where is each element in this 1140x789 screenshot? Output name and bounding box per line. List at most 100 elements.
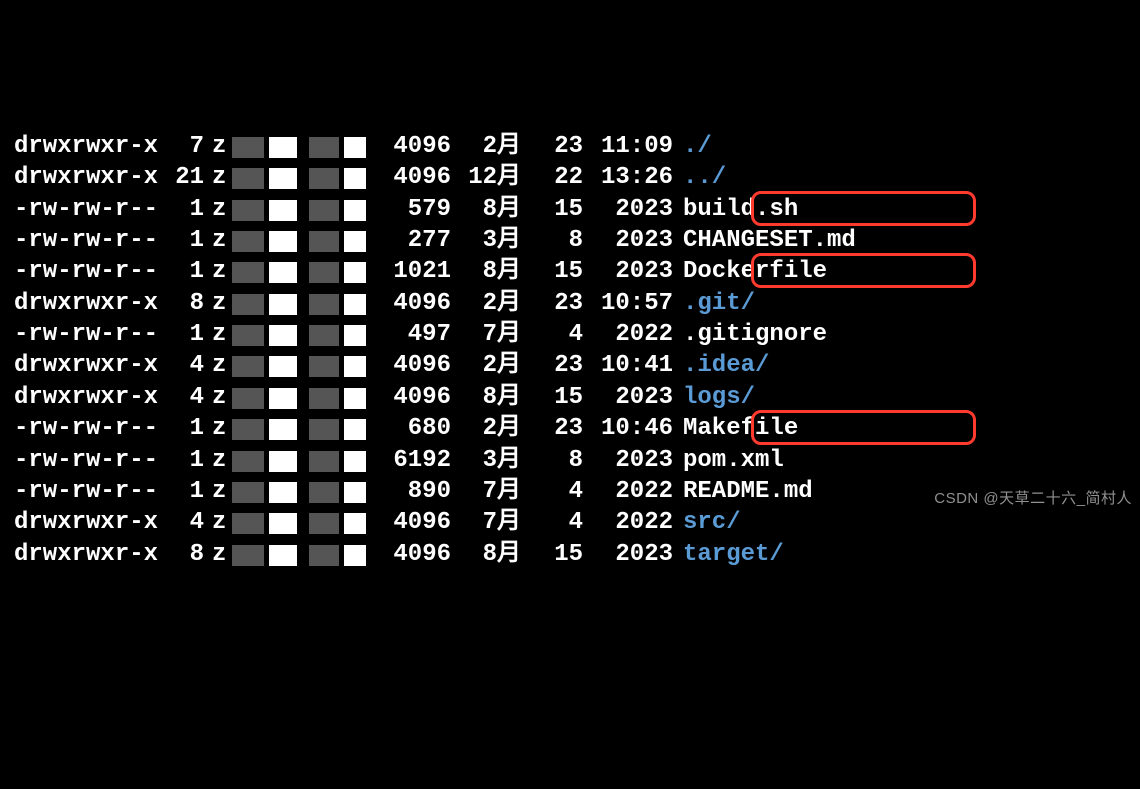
time-or-year: 2023 (583, 382, 673, 413)
time-or-year: 2022 (583, 476, 673, 507)
time-or-year: 2023 (583, 539, 673, 570)
permissions: drwxrwxr-x (14, 162, 164, 193)
file-row: drwxrwxr-x4z40968月152023logs/ (14, 382, 1140, 413)
permissions: -rw-rw-r-- (14, 319, 164, 350)
time-or-year: 2022 (583, 319, 673, 350)
permissions: -rw-rw-r-- (14, 225, 164, 256)
file-size: 4096 (369, 288, 451, 319)
permissions: drwxrwxr-x (14, 131, 164, 162)
day: 15 (521, 256, 583, 287)
file-name: ./ (673, 131, 712, 162)
file-size: 6192 (369, 445, 451, 476)
owner-group: z (204, 256, 369, 287)
month: 12月 (451, 162, 521, 193)
file-row: drwxrwxr-x8z40962月2310:57.git/ (14, 288, 1140, 319)
month: 8月 (451, 256, 521, 287)
link-count: 7 (164, 131, 204, 162)
file-name: Makefile (673, 413, 798, 444)
owner-group: z (204, 162, 369, 193)
file-size: 4096 (369, 539, 451, 570)
month: 3月 (451, 445, 521, 476)
day: 4 (521, 319, 583, 350)
permissions: -rw-rw-r-- (14, 413, 164, 444)
file-size: 4096 (369, 162, 451, 193)
month: 2月 (451, 413, 521, 444)
time-or-year: 2023 (583, 194, 673, 225)
file-size: 890 (369, 476, 451, 507)
link-count: 1 (164, 445, 204, 476)
permissions: -rw-rw-r-- (14, 256, 164, 287)
month: 8月 (451, 539, 521, 570)
day: 4 (521, 476, 583, 507)
month: 8月 (451, 382, 521, 413)
file-row: -rw-rw-r--1z2773月82023CHANGESET.md (14, 225, 1140, 256)
file-row: drwxrwxr-x21z409612月2213:26../ (14, 162, 1140, 193)
link-count: 1 (164, 256, 204, 287)
watermark-text: CSDN @天草二十六_简村人 (934, 489, 1132, 509)
file-row: drwxrwxr-x8z40968月152023target/ (14, 539, 1140, 570)
owner-group: z (204, 288, 369, 319)
file-name: .gitignore (673, 319, 827, 350)
month: 3月 (451, 225, 521, 256)
owner-group: z (204, 319, 369, 350)
owner-group: z (204, 131, 369, 162)
day: 8 (521, 445, 583, 476)
file-row: -rw-rw-r--1z10218月152023Dockerfile (14, 256, 1140, 287)
day: 22 (521, 162, 583, 193)
day: 4 (521, 507, 583, 538)
file-size: 1021 (369, 256, 451, 287)
month: 2月 (451, 131, 521, 162)
link-count: 1 (164, 225, 204, 256)
file-size: 4096 (369, 350, 451, 381)
permissions: drwxrwxr-x (14, 382, 164, 413)
permissions: -rw-rw-r-- (14, 445, 164, 476)
owner-group: z (204, 476, 369, 507)
time-or-year: 10:46 (583, 413, 673, 444)
file-size: 4096 (369, 131, 451, 162)
time-or-year: 2023 (583, 256, 673, 287)
time-or-year: 10:57 (583, 288, 673, 319)
link-count: 8 (164, 539, 204, 570)
owner-group: z (204, 507, 369, 538)
link-count: 4 (164, 350, 204, 381)
file-row: -rw-rw-r--1z6802月2310:46Makefile (14, 413, 1140, 444)
month: 7月 (451, 507, 521, 538)
file-name: src/ (673, 507, 741, 538)
file-row: drwxrwxr-x4z40962月2310:41.idea/ (14, 350, 1140, 381)
file-name: logs/ (673, 382, 755, 413)
day: 15 (521, 539, 583, 570)
link-count: 1 (164, 413, 204, 444)
permissions: -rw-rw-r-- (14, 476, 164, 507)
file-name: .idea/ (673, 350, 769, 381)
file-name: target/ (673, 539, 784, 570)
month: 7月 (451, 476, 521, 507)
file-row: -rw-rw-r--1z5798月152023build.sh (14, 194, 1140, 225)
permissions: -rw-rw-r-- (14, 194, 164, 225)
link-count: 1 (164, 319, 204, 350)
month: 2月 (451, 350, 521, 381)
file-row: drwxrwxr-x7z40962月2311:09./ (14, 131, 1140, 162)
file-name: README.md (673, 476, 813, 507)
file-size: 497 (369, 319, 451, 350)
day: 23 (521, 288, 583, 319)
permissions: drwxrwxr-x (14, 350, 164, 381)
owner-group: z (204, 194, 369, 225)
file-size: 277 (369, 225, 451, 256)
file-row: -rw-rw-r--1z4977月42022.gitignore (14, 319, 1140, 350)
file-size: 4096 (369, 507, 451, 538)
time-or-year: 11:09 (583, 131, 673, 162)
day: 15 (521, 194, 583, 225)
link-count: 1 (164, 476, 204, 507)
month: 7月 (451, 319, 521, 350)
time-or-year: 13:26 (583, 162, 673, 193)
file-row: drwxrwxr-x4z40967月42022src/ (14, 507, 1140, 538)
file-size: 680 (369, 413, 451, 444)
permissions: drwxrwxr-x (14, 507, 164, 538)
day: 23 (521, 131, 583, 162)
owner-group: z (204, 225, 369, 256)
owner-group: z (204, 382, 369, 413)
time-or-year: 2023 (583, 225, 673, 256)
day: 23 (521, 413, 583, 444)
link-count: 21 (164, 162, 204, 193)
file-name: pom.xml (673, 445, 784, 476)
